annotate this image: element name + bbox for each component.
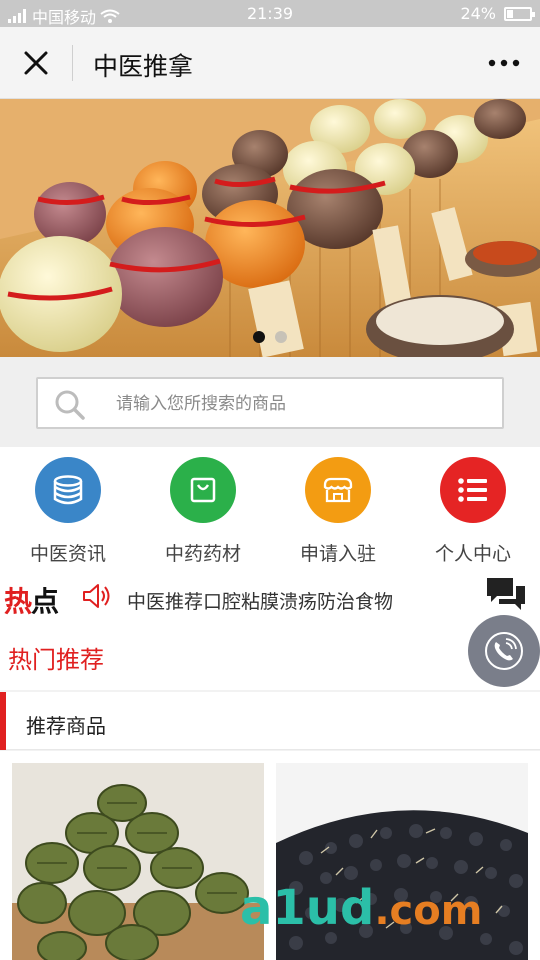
- carousel-dot[interactable]: [275, 331, 287, 343]
- watermark-text: a1ud: [240, 880, 375, 936]
- list-icon: [440, 457, 506, 523]
- database-icon: [35, 457, 101, 523]
- battery-icon: [504, 6, 535, 21]
- watermark-logo: a1ud.com: [240, 880, 482, 936]
- store-icon: [305, 457, 371, 523]
- speaker-icon: [83, 584, 110, 608]
- banner-carousel[interactable]: [0, 99, 540, 357]
- section-title: 推荐商品: [26, 714, 106, 738]
- menu-item-label: 中医资讯: [29, 543, 106, 565]
- product-image: [12, 763, 264, 960]
- menu-item-news[interactable]: 中医资讯: [8, 457, 128, 566]
- hot-badge-black: 点: [31, 585, 59, 618]
- menu-item-label: 中药药材: [164, 543, 241, 565]
- search-box[interactable]: [36, 377, 504, 429]
- search-input[interactable]: [116, 389, 486, 419]
- search-section: [0, 357, 540, 447]
- clock: 21:39: [246, 4, 294, 23]
- chat-icon[interactable]: [485, 576, 527, 614]
- watermark-suffix: .com: [374, 888, 483, 934]
- menu-item-apply[interactable]: 申请入驻: [278, 457, 398, 566]
- menu-item-label: 个人中心: [434, 543, 511, 565]
- status-bar: 中国移动 21:39 24%: [0, 0, 540, 27]
- product-card[interactable]: [12, 763, 264, 960]
- hot-headline[interactable]: 中医推荐口腔粘膜溃疡防治食物: [127, 587, 393, 614]
- menu-item-profile[interactable]: 个人中心: [413, 457, 533, 566]
- section-accent-bar: [0, 692, 6, 750]
- more-icon[interactable]: [488, 55, 520, 71]
- hot-news-bar[interactable]: 热点 中医推荐口腔粘膜溃疡防治食物: [0, 570, 540, 628]
- recommended-products-header: 推荐商品: [0, 692, 540, 750]
- search-icon: [55, 390, 85, 420]
- carousel-indicators: [0, 331, 540, 343]
- phone-icon: [485, 632, 523, 670]
- carousel-dot[interactable]: [253, 331, 265, 343]
- nav-divider: [72, 45, 73, 81]
- close-icon[interactable]: [18, 45, 54, 81]
- nav-bar: 中医推拿: [0, 27, 540, 99]
- bag-icon: [170, 457, 236, 523]
- battery-percent: 24%: [460, 4, 496, 23]
- category-menu: 中医资讯 中药药材 申请入驻 个人中心: [0, 447, 540, 570]
- menu-item-herbs[interactable]: 中药药材: [143, 457, 263, 566]
- hot-badge: 热点: [4, 580, 59, 620]
- menu-item-label: 申请入驻: [299, 543, 376, 565]
- hot-recommend-title: 热门推荐: [8, 646, 104, 674]
- banner-image: [0, 99, 540, 357]
- hot-recommend-header: 热门推荐: [0, 628, 540, 690]
- hot-badge-red: 热: [4, 585, 32, 618]
- status-right: 24%: [460, 4, 535, 23]
- call-button[interactable]: [468, 615, 540, 687]
- page-title: 中医推拿: [93, 52, 194, 81]
